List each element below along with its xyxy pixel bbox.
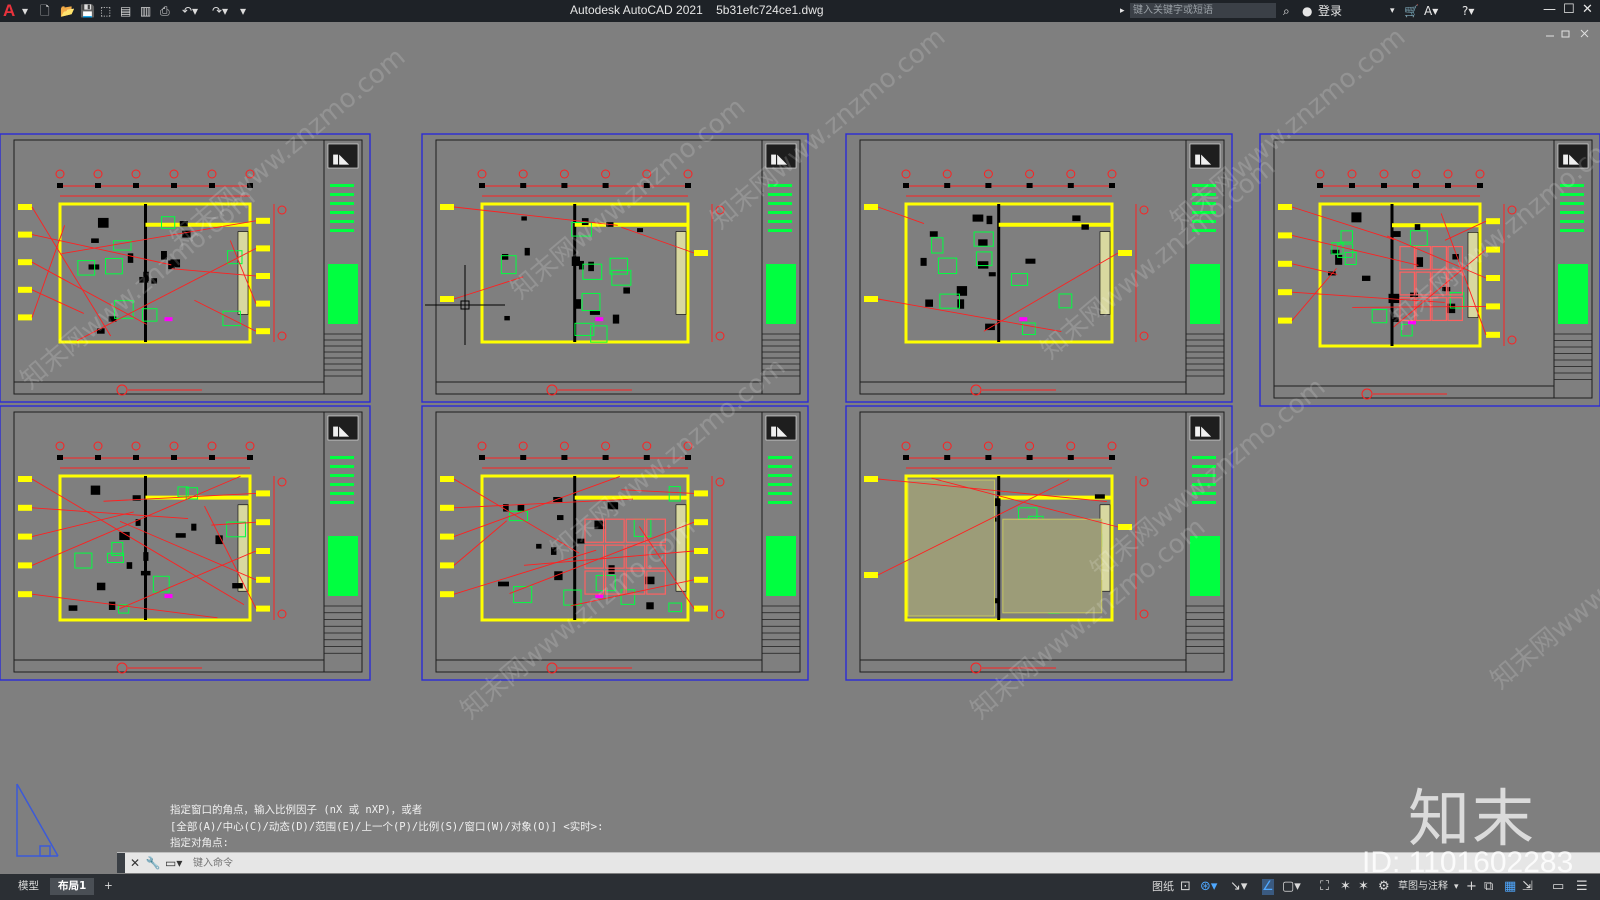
cart-icon[interactable]: 🛒 [1404,3,1419,19]
save-as-icon[interactable]: ⬚ [100,3,111,19]
hardware-acceleration-icon[interactable]: ▦ [1504,879,1516,895]
search-icon[interactable]: ⌕ [1283,3,1290,19]
redo-icon[interactable]: ↷▾ [212,3,228,19]
close-icon[interactable]: ✕ [1582,2,1593,17]
ucs-icon [16,783,59,857]
drawing-sheet[interactable]: ▮◣ [421,405,809,681]
command-line-grip[interactable] [117,853,125,873]
clean-screen-icon[interactable]: ⇲ [1522,879,1533,895]
drawing-sheet[interactable]: ▮◣ [0,405,371,681]
expand-arrow-icon[interactable]: ▸ [1120,3,1125,19]
autodesk-a360-icon[interactable]: A▾ [1424,3,1438,19]
undo-icon[interactable]: ↶▾ [182,3,198,19]
layout-viewport[interactable]: ▮◣ ▮◣ ▮◣ ▮◣▮◣ ▮◣ ▮◣ 知末网www.znzmo.com知末网www.zn… [0,22,1600,874]
plot-icon[interactable]: ⎙ [160,3,170,19]
tab-layout1[interactable]: 布局1 [50,878,95,895]
save-web-icon[interactable]: ▥ [140,3,151,19]
customize-command-line-icon[interactable]: 🔧 [145,855,161,871]
workspace-dropdown-icon[interactable]: ▾ [1454,879,1459,895]
minimize-icon[interactable]: — [1543,2,1556,17]
id-watermark: ID: 1101602283 [1362,846,1574,879]
workspace-switch[interactable]: 草图与注释 [1398,879,1448,895]
open-web-icon[interactable]: ▤ [120,3,131,19]
command-history-line: 指定窗口的角点，输入比例因子 (nX 或 nXP)，或者 [170,804,423,816]
svg-text:▮◣: ▮◣ [770,424,787,439]
close-command-line-icon[interactable]: ✕ [127,855,143,871]
command-history-line: 指定对角点: [170,837,229,849]
snap-grid-icon[interactable]: ⊡ [1180,879,1191,895]
autocad-logo-icon[interactable]: A [3,1,21,21]
drawing-canvas[interactable]: ▮◣ ▮◣ ▮◣ ▮◣ ▮◣ ▮◣ ▮◣ 知末网www.znzmo.com 知末网www.zn… [0,22,1600,874]
tab-model[interactable]: 模型 [10,878,47,895]
add-layout-button[interactable]: + [96,878,121,895]
maximize-icon[interactable]: ☐ [1563,2,1575,17]
customize-toolbar-icon[interactable]: ▾ [240,3,246,19]
repeated-watermark-text: 知末网www.znzmo.com [1485,482,1600,695]
open-file-icon[interactable]: 📂 [60,3,75,19]
file-name: 5b31efc724ce1.dwg [716,3,824,17]
svg-text:▮◣: ▮◣ [1194,152,1211,167]
brand-watermark: 知末 [1408,782,1537,855]
workspace-gear-icon[interactable]: ⚙ [1378,879,1390,895]
isolate-objects-icon[interactable]: ⧉ [1484,879,1493,895]
add-scale-icon[interactable]: + [1466,879,1477,895]
command-input[interactable] [191,854,795,873]
login-dropdown-icon[interactable]: ▾ [1390,3,1395,19]
command-history: 指定窗口的角点，输入比例因子 (nX 或 nXP)，或者 [全部(A)/中心(C… [170,802,930,852]
status-bar: 模型 布局1 + 图纸 ⊡ ⊛▾ ↘▾ ∠ ▢▾ ⛶ ✶ ✶ ⚙ 草图与注释 ▾… [0,874,1600,900]
app-name: Autodesk AutoCAD 2021 [570,3,703,17]
search-input[interactable]: 键入关键字或短语 [1130,3,1276,18]
command-history-line: [全部(A)/中心(C)/动态(D)/范围(E)/上一个(P)/比例(S)/窗口… [170,820,604,833]
svg-text:▮◣: ▮◣ [1194,424,1211,439]
polar-tracking-icon[interactable]: ⊛▾ [1200,879,1217,895]
login-label[interactable]: 登录 [1318,3,1342,19]
isodraft-icon[interactable]: ∠ [1262,879,1274,895]
paper-space-toggle[interactable]: 图纸 [1152,879,1174,895]
auto-scale-icon[interactable]: ✶ [1358,879,1369,895]
help-icon[interactable]: ?▾ [1462,3,1474,19]
title-bar: A ▾ 🗋 📂 💾 ⬚ ▤ ▥ ⎙ ↶▾ ↷▾ ▾ Autodesk AutoC… [0,0,1600,22]
svg-text:▮◣: ▮◣ [332,424,349,439]
ortho-icon[interactable]: ↘▾ [1230,879,1247,895]
customization-menu-icon[interactable]: ☰ [1576,879,1588,895]
doc-window-controls[interactable] [1546,29,1589,38]
viewport-toggle-icon[interactable]: ▭ [1552,879,1564,895]
svg-text:▮◣: ▮◣ [332,152,349,167]
recent-commands-icon[interactable]: ▭▾ [165,855,182,871]
app-menu-dropdown-icon[interactable]: ▾ [22,3,28,19]
save-icon[interactable]: 💾 [80,3,95,19]
window-title: Autodesk AutoCAD 2021 5b31efc724ce1.dwg [570,3,824,17]
annotation-visibility-icon[interactable]: ✶ [1340,879,1351,895]
object-snap-icon[interactable]: ▢▾ [1282,879,1301,895]
new-file-icon[interactable]: 🗋 [40,3,50,19]
drawing-sheet[interactable]: ▮◣ [845,133,1233,403]
user-icon[interactable]: ● [1302,3,1312,19]
selection-cycling-icon[interactable]: ⛶ [1320,879,1329,895]
